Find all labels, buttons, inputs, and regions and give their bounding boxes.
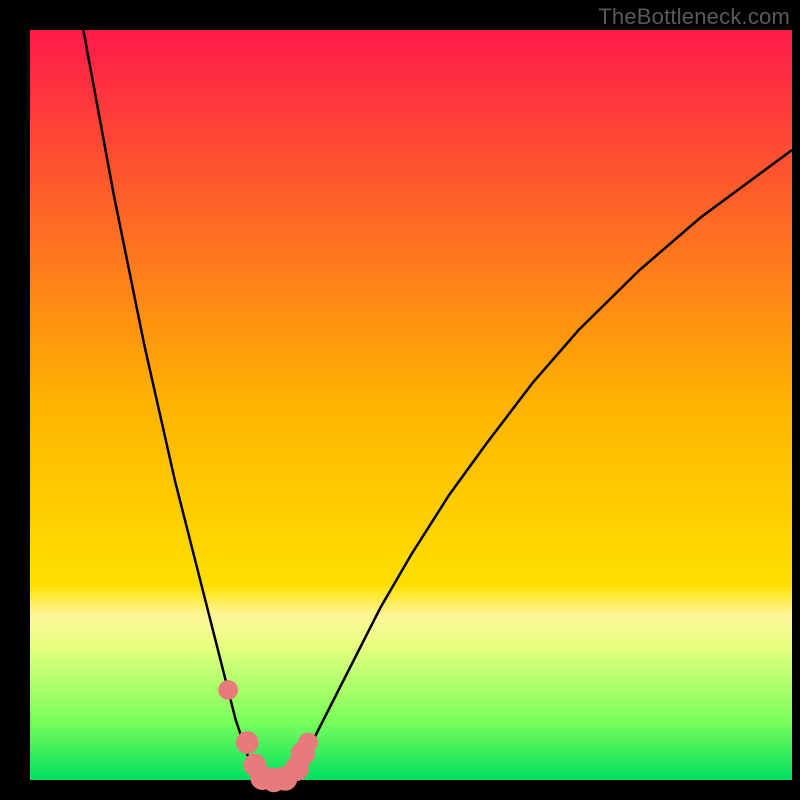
data-marker xyxy=(236,731,259,754)
chart-svg xyxy=(0,0,800,800)
watermark-label: TheBottleneck.com xyxy=(598,4,790,30)
data-marker xyxy=(298,733,318,753)
data-marker xyxy=(218,680,238,700)
gradient-background xyxy=(30,30,792,780)
bottleneck-chart: TheBottleneck.com xyxy=(0,0,800,800)
